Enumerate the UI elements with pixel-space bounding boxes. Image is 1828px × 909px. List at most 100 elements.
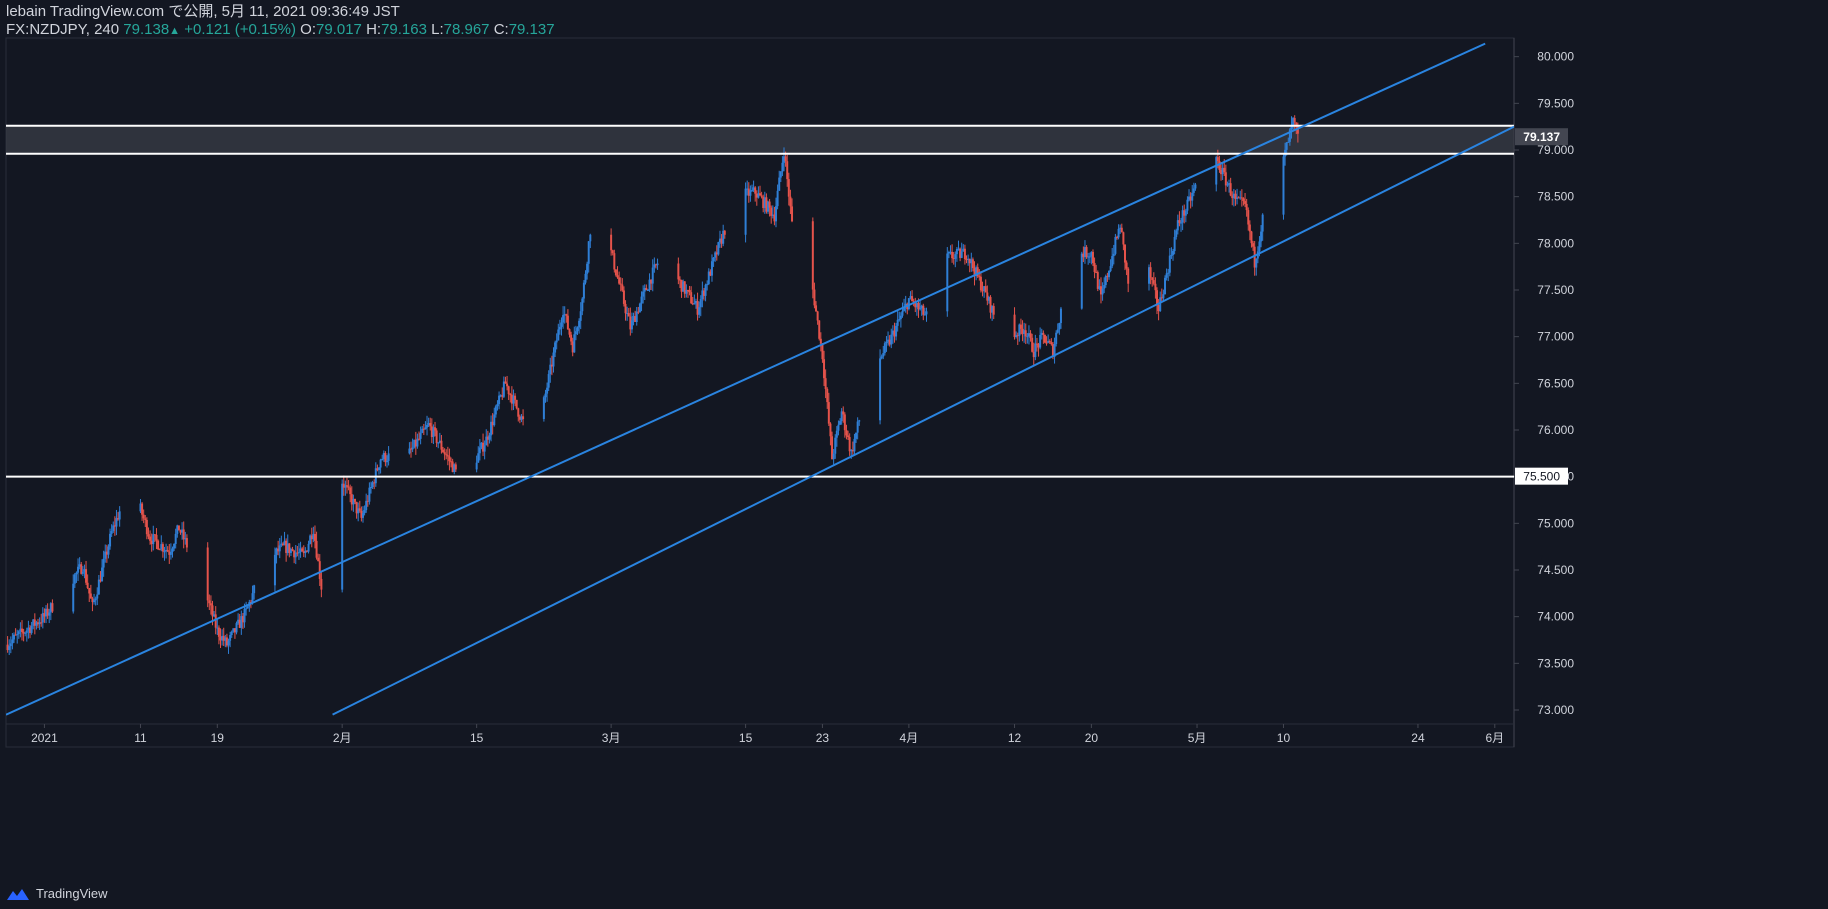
candle bbox=[353, 498, 356, 502]
candle bbox=[951, 251, 954, 259]
candle bbox=[1186, 199, 1189, 211]
candle bbox=[361, 513, 364, 518]
candle bbox=[345, 485, 348, 487]
candle bbox=[717, 242, 720, 255]
candle bbox=[627, 313, 630, 317]
candle bbox=[483, 445, 486, 452]
last-price: 79.138 bbox=[123, 21, 170, 38]
candle bbox=[1242, 198, 1245, 202]
candle bbox=[829, 423, 832, 437]
candle bbox=[317, 557, 320, 562]
open-value: 79.017 bbox=[316, 21, 362, 38]
candle bbox=[25, 630, 28, 633]
price-tick-label: 74.000 bbox=[1537, 610, 1574, 624]
candle bbox=[1282, 156, 1285, 215]
price-tick-label: 80.000 bbox=[1537, 50, 1574, 64]
candle bbox=[710, 261, 713, 276]
candle bbox=[149, 536, 152, 541]
candle bbox=[1048, 341, 1051, 343]
candle bbox=[363, 510, 366, 514]
candle bbox=[107, 546, 110, 555]
candle bbox=[8, 646, 11, 651]
candle bbox=[301, 548, 304, 552]
candle bbox=[1194, 184, 1197, 189]
candle bbox=[448, 456, 451, 462]
candle bbox=[118, 511, 121, 520]
candle bbox=[1226, 184, 1229, 186]
candle bbox=[558, 326, 561, 330]
candle bbox=[1056, 329, 1059, 333]
brand-name: TradingView bbox=[36, 886, 108, 901]
candle bbox=[819, 338, 822, 344]
candle bbox=[1216, 157, 1219, 161]
candle bbox=[992, 306, 995, 315]
time-axis[interactable]: 2021 11 19 2月 15 3月 15 23 4月 12 20 5月 10 24 6月 bbox=[31, 724, 1504, 745]
candle bbox=[979, 276, 982, 291]
candle bbox=[246, 606, 249, 609]
candle bbox=[426, 424, 429, 428]
candle bbox=[9, 643, 12, 647]
candle bbox=[1029, 333, 1032, 338]
candle bbox=[579, 311, 582, 321]
price-chart[interactable]: 73.000 73.500 74.000 74.500 75.000 75.500 76.0… bbox=[0, 0, 1828, 909]
candle bbox=[1250, 231, 1253, 244]
candle bbox=[72, 583, 75, 612]
candle bbox=[568, 329, 571, 335]
candle bbox=[1019, 324, 1022, 329]
candle bbox=[320, 578, 323, 590]
candle bbox=[542, 397, 545, 420]
candle bbox=[440, 440, 443, 450]
candle bbox=[1162, 294, 1165, 299]
high-label: H: bbox=[366, 21, 382, 38]
time-tick-label: 20 bbox=[1085, 731, 1099, 745]
candle bbox=[690, 292, 693, 304]
candle bbox=[565, 314, 568, 316]
candle bbox=[278, 545, 281, 552]
candle bbox=[1178, 220, 1181, 223]
time-tick-label: 15 bbox=[739, 731, 753, 745]
candle bbox=[1103, 285, 1106, 289]
candle bbox=[93, 600, 96, 603]
candle bbox=[48, 612, 51, 616]
candle bbox=[208, 600, 211, 604]
candle bbox=[454, 464, 457, 470]
candle bbox=[229, 635, 232, 641]
candle bbox=[89, 593, 92, 599]
candle bbox=[552, 352, 555, 367]
candle bbox=[896, 319, 899, 326]
candle bbox=[1122, 232, 1125, 245]
candle bbox=[827, 402, 830, 424]
candle bbox=[1151, 277, 1154, 281]
candle bbox=[963, 248, 966, 260]
candle bbox=[102, 558, 105, 568]
price-axis[interactable]: 73.000 73.500 74.000 74.500 75.000 75.500 76.0… bbox=[1514, 50, 1574, 717]
time-tick-label: 24 bbox=[1411, 731, 1425, 745]
candle bbox=[706, 284, 709, 286]
candle bbox=[578, 320, 581, 328]
candle bbox=[1224, 172, 1227, 186]
candle bbox=[145, 519, 148, 535]
candle bbox=[656, 263, 659, 266]
candle bbox=[1172, 251, 1175, 255]
candle bbox=[315, 540, 318, 558]
candle bbox=[640, 296, 643, 304]
high-value: 79.163 bbox=[381, 21, 427, 38]
footer-brand[interactable]: TradingView bbox=[6, 886, 108, 901]
candle bbox=[781, 162, 784, 172]
candle bbox=[1123, 244, 1126, 263]
candle bbox=[984, 286, 987, 293]
candle bbox=[30, 625, 33, 633]
price-tick-label: 73.000 bbox=[1537, 703, 1574, 717]
candle bbox=[954, 254, 957, 259]
candle bbox=[901, 310, 904, 316]
candle bbox=[1156, 290, 1159, 305]
price-tick-label: 76.500 bbox=[1537, 376, 1574, 390]
time-tick-label: 4月 bbox=[900, 731, 919, 745]
candle bbox=[142, 514, 145, 519]
candle bbox=[307, 543, 310, 552]
candle bbox=[621, 284, 624, 291]
candle bbox=[152, 534, 155, 545]
price-tick-label: 78.500 bbox=[1537, 190, 1574, 204]
candle bbox=[815, 305, 818, 312]
candle bbox=[582, 282, 585, 299]
